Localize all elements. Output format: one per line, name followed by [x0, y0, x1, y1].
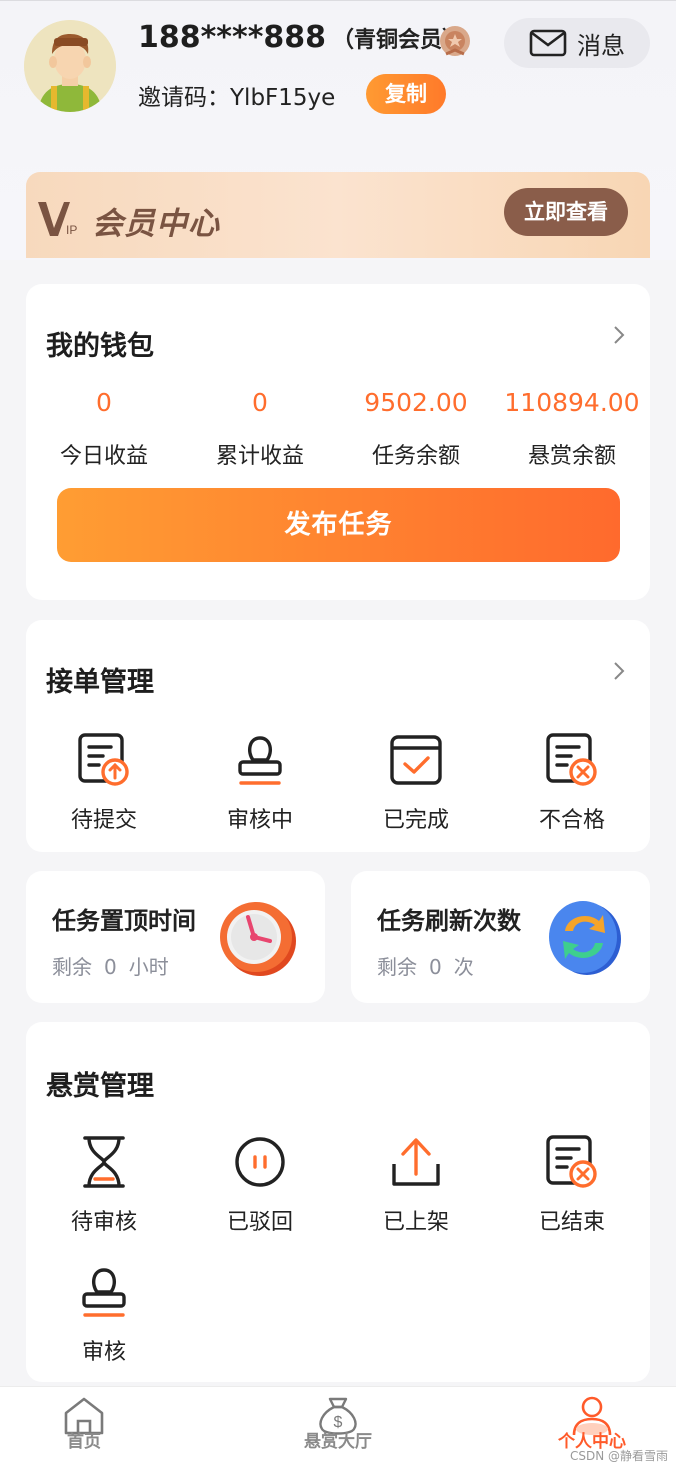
reward-review[interactable]: 审核	[26, 1264, 182, 1366]
mail-icon	[529, 29, 567, 57]
stat-label: 累计收益	[215, 444, 304, 469]
document-reject-icon	[546, 1135, 597, 1188]
pause-circle-icon	[235, 1137, 285, 1187]
order-management-card: 接单管理 待提交 审核中 已完成 不合格	[26, 620, 650, 852]
tab-label: 首页	[67, 1432, 101, 1452]
refresh-count-remaining: 剩余 0 次	[377, 951, 480, 980]
stat-label: 今日收益	[59, 444, 148, 469]
order-management-title: 接单管理	[46, 667, 154, 698]
tab-profile[interactable]: 个人中心	[522, 1395, 662, 1452]
document-upload-icon	[78, 733, 129, 786]
remaining-unit: 次	[453, 955, 474, 979]
order-in-review[interactable]: 审核中	[182, 732, 338, 834]
calendar-check-icon	[390, 735, 442, 785]
refresh-count-card[interactable]: 任务刷新次数 剩余 0 次	[351, 871, 650, 1003]
stat-today-earnings[interactable]: 0 今日收益	[26, 386, 182, 470]
bottom-tab-bar: 首页 $ 悬赏大厅 个人中心 CSDN @静看雪雨	[0, 1386, 676, 1472]
avatar[interactable]	[24, 20, 116, 112]
chevron-right-icon[interactable]	[612, 660, 626, 682]
invite-code: YlbF15ye	[230, 85, 336, 111]
invite-label: 邀请码：	[138, 85, 230, 111]
order-label: 不合格	[538, 808, 605, 833]
svg-text:IP: IP	[66, 223, 77, 237]
stat-value: 0	[96, 388, 112, 417]
remaining-unit: 小时	[128, 955, 169, 979]
user-phone: 188****888 （青铜会员）	[138, 20, 464, 55]
order-failed[interactable]: 不合格	[494, 732, 650, 834]
reward-listed[interactable]: 已上架	[338, 1134, 494, 1236]
reward-label: 已上架	[382, 1210, 449, 1235]
copy-button[interactable]: 复制	[366, 74, 446, 114]
vip-banner[interactable]: IP 会员中心 立即查看	[26, 172, 650, 258]
order-label: 待提交	[70, 808, 137, 833]
refresh-count-title: 任务刷新次数	[377, 907, 521, 935]
publish-task-button[interactable]: 发布任务	[57, 488, 620, 562]
phone-number: 188****888	[138, 20, 326, 55]
top-time-title: 任务置顶时间	[52, 907, 196, 935]
stat-task-balance[interactable]: 9502.00 任务余额	[338, 386, 494, 470]
message-label: 消息	[577, 31, 625, 60]
tab-label: 悬赏大厅	[304, 1432, 372, 1452]
order-label: 已完成	[382, 808, 449, 833]
document-reject-icon	[546, 733, 597, 786]
hourglass-icon	[83, 1136, 125, 1188]
stamp-icon	[82, 1268, 126, 1317]
top-time-card[interactable]: 任务置顶时间 剩余 0 小时	[26, 871, 325, 1003]
upload-icon	[392, 1138, 440, 1186]
watermark: CSDN @静看雪雨	[569, 1449, 668, 1463]
reward-label: 审核	[81, 1340, 126, 1365]
reward-label: 待审核	[70, 1210, 137, 1235]
reward-management-title: 悬赏管理	[46, 1071, 154, 1102]
remaining-prefix: 剩余	[52, 955, 92, 979]
tab-reward-hall[interactable]: $ 悬赏大厅	[268, 1395, 408, 1452]
vip-view-button[interactable]: 立即查看	[504, 188, 628, 236]
stat-reward-balance[interactable]: 110894.00 悬赏余额	[494, 386, 650, 470]
remaining-value: 0	[429, 955, 442, 979]
top-time-remaining: 剩余 0 小时	[52, 951, 175, 980]
stat-label: 悬赏余额	[527, 444, 616, 469]
vip-logo-icon: IP	[38, 202, 77, 237]
message-button[interactable]: 消息	[504, 18, 650, 68]
tab-home[interactable]: 首页	[14, 1395, 154, 1452]
stat-label: 任务余额	[371, 444, 460, 469]
reward-ended[interactable]: 已结束	[494, 1134, 650, 1236]
vip-title: 会员中心	[92, 206, 220, 242]
stat-value: 9502.00	[364, 388, 468, 417]
reward-management-card: 悬赏管理 待审核 已驳回 已上架 已结束 审核	[26, 1022, 650, 1382]
remaining-value: 0	[104, 955, 117, 979]
wallet-title: 我的钱包	[46, 331, 154, 362]
invite-code-row: 邀请码：YlbF15ye	[138, 78, 335, 112]
stamp-icon	[238, 736, 282, 785]
order-label: 审核中	[226, 808, 293, 833]
refresh-icon	[549, 901, 621, 975]
reward-pending-review[interactable]: 待审核	[26, 1134, 182, 1236]
bronze-medal-icon	[440, 26, 470, 56]
stat-value: 110894.00	[504, 388, 640, 417]
remaining-prefix: 剩余	[377, 955, 417, 979]
reward-rejected[interactable]: 已驳回	[182, 1134, 338, 1236]
alarm-clock-icon	[220, 902, 296, 976]
stat-total-earnings[interactable]: 0 累计收益	[182, 386, 338, 470]
reward-label: 已结束	[538, 1210, 605, 1235]
order-pending-submit[interactable]: 待提交	[26, 732, 182, 834]
order-completed[interactable]: 已完成	[338, 732, 494, 834]
chevron-right-icon[interactable]	[612, 324, 626, 346]
wallet-card: 我的钱包 0 今日收益 0 累计收益 9502.00 任务余额 110894.0…	[26, 284, 650, 600]
reward-label: 已驳回	[226, 1210, 293, 1235]
stat-value: 0	[252, 388, 268, 417]
